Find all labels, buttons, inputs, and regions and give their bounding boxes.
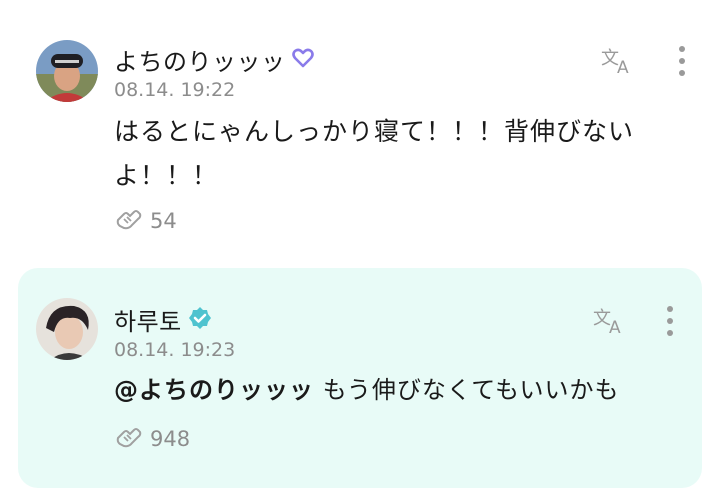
svg-text:A: A <box>617 58 629 76</box>
more-vertical-icon <box>667 306 673 312</box>
comment-text: はるとにゃんしっかり寝て！！！背伸びないよ！！！ <box>114 117 635 190</box>
reaction-count: 54 <box>150 209 177 233</box>
more-dot <box>679 70 685 76</box>
reaction-count: 948 <box>150 427 191 451</box>
translate-button[interactable]: 文 A <box>600 44 636 78</box>
heart-outline-icon <box>291 48 314 72</box>
more-vertical-icon <box>679 46 685 52</box>
timestamp: 08.14. 19:23 <box>114 339 236 361</box>
reaction-button[interactable]: 54 <box>114 208 177 234</box>
author-name[interactable]: よちのりッッッ <box>114 42 286 77</box>
timestamp: 08.14. 19:22 <box>114 79 236 101</box>
svg-text:A: A <box>609 318 621 336</box>
comment-post: よちのりッッッ 08.14. 19:22 文 A はるとにゃんしっかり寝て！！！… <box>0 0 720 262</box>
comment-text: @よちのりッッッ もう伸びなくてもいいかも <box>114 368 694 412</box>
more-dot <box>667 330 673 336</box>
author-row: よちのりッッッ <box>114 42 314 77</box>
reaction-icon <box>116 210 142 230</box>
reply-text: もう伸びなくてもいいかも <box>314 376 620 404</box>
author-name[interactable]: 하루토 <box>114 302 182 337</box>
more-options-button[interactable] <box>675 44 689 78</box>
more-dot <box>679 58 685 64</box>
mention-link[interactable]: @よちのりッッッ <box>114 376 314 404</box>
reaction-button[interactable]: 948 <box>114 426 190 452</box>
translate-icon: 文 A <box>593 308 621 338</box>
avatar[interactable] <box>36 298 98 360</box>
avatar[interactable] <box>36 40 98 102</box>
more-options-button[interactable] <box>663 304 677 338</box>
author-row: 하루토 <box>114 302 212 337</box>
translate-icon: 文 A <box>601 48 629 78</box>
reaction-icon <box>116 428 142 448</box>
translate-button[interactable]: 文 A <box>592 304 628 338</box>
more-dot <box>667 318 673 324</box>
reply-post: 하루토 08.14. 19:23 文 A @よちのりッッッ もう伸びなくてもいい… <box>18 268 702 488</box>
verified-check-icon <box>188 306 212 334</box>
